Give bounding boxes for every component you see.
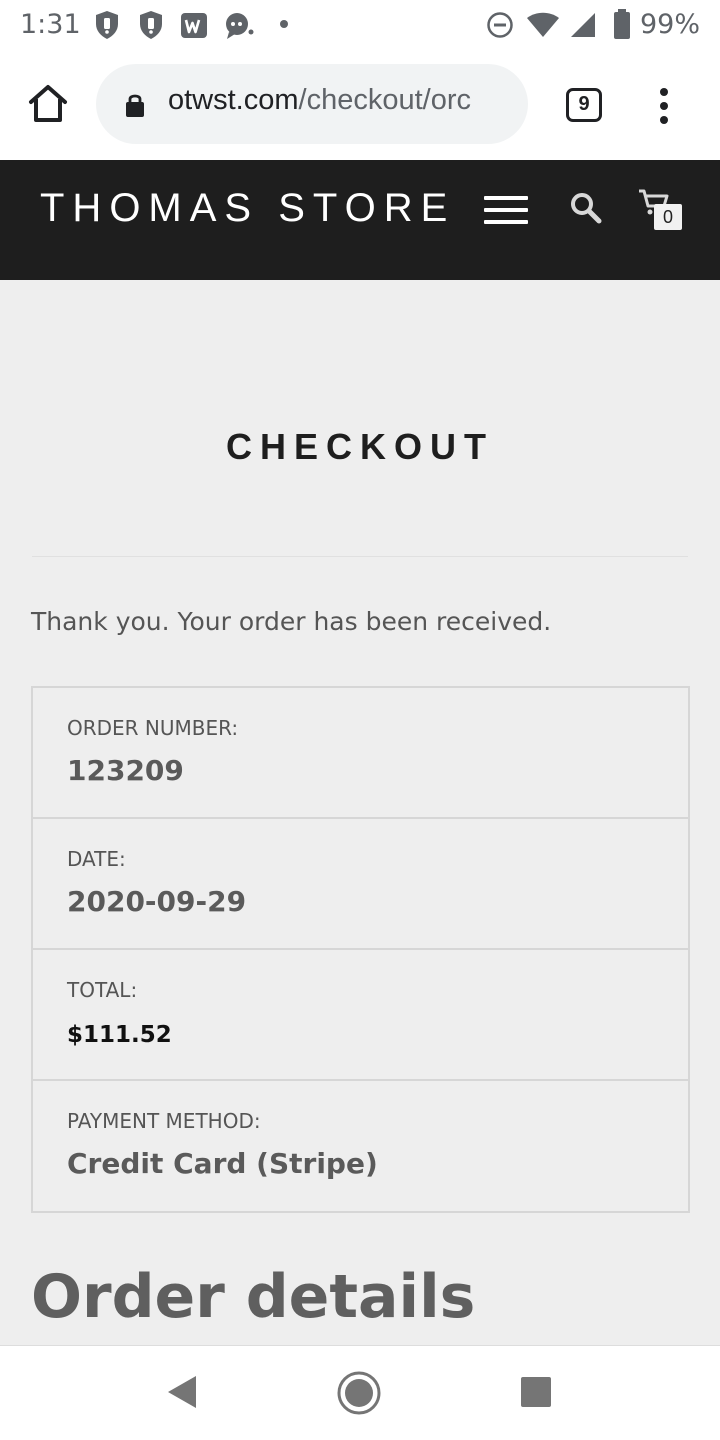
home-nav-icon[interactable]	[336, 1370, 382, 1416]
order-total-label: TOTAL:	[67, 978, 138, 1002]
recent-apps-icon[interactable]	[520, 1376, 552, 1408]
dnd-icon	[487, 12, 513, 38]
status-bar: 1:31 99%	[0, 0, 720, 50]
url-bar[interactable]: otwst.com/checkout/orc	[96, 64, 528, 144]
url-path: /checkout/orc	[298, 84, 472, 116]
page-title: CHECKOUT	[226, 426, 494, 467]
hamburger-menu-icon[interactable]	[484, 196, 528, 228]
lock-icon	[126, 94, 144, 117]
order-overview: ORDER NUMBER: 123209 DATE: 2020-09-29 TO…	[31, 686, 690, 1213]
order-total-row: TOTAL: $111.52	[33, 950, 688, 1081]
cart-count-badge[interactable]: 0	[654, 204, 682, 230]
checkout-content: CHECKOUT Thank you. Your order has been …	[0, 280, 720, 1345]
url-host: otwst.com	[168, 84, 299, 116]
battery-icon	[614, 9, 630, 39]
order-number-label: ORDER NUMBER:	[67, 716, 239, 740]
order-number-row: ORDER NUMBER: 123209	[33, 688, 688, 819]
order-date-label: DATE:	[67, 847, 126, 871]
tab-switcher-button[interactable]: 9	[566, 88, 602, 122]
w-app-icon	[181, 13, 207, 38]
payment-method-label: PAYMENT METHOD:	[67, 1109, 261, 1133]
order-total-value: $111.52	[67, 1022, 172, 1048]
shield-icon	[140, 11, 162, 39]
back-icon[interactable]	[166, 1374, 198, 1410]
order-date-row: DATE: 2020-09-29	[33, 819, 688, 950]
search-icon[interactable]	[570, 192, 602, 224]
status-time: 1:31	[20, 9, 81, 40]
signal-icon	[571, 13, 595, 37]
url-text[interactable]: otwst.com/checkout/orc	[168, 84, 513, 117]
browser-toolbar: otwst.com/checkout/orc 9	[0, 50, 720, 160]
more-notifications-dot-icon	[280, 20, 288, 28]
payment-method-value: Credit Card (Stripe)	[67, 1147, 378, 1180]
home-icon[interactable]	[24, 80, 72, 128]
divider	[32, 556, 688, 557]
wifi-icon	[527, 12, 559, 37]
order-date-value: 2020-09-29	[67, 885, 247, 918]
order-received-message: Thank you. Your order has been received.	[31, 607, 552, 636]
payment-method-row: PAYMENT METHOD: Credit Card (Stripe)	[33, 1081, 688, 1211]
order-details-heading: Order details	[31, 1262, 476, 1332]
site-logo[interactable]: THOMAS STORE	[40, 186, 455, 231]
site-header: THOMAS STORE 0	[0, 160, 720, 280]
more-options-icon[interactable]	[652, 86, 676, 126]
system-navigation-bar	[0, 1345, 720, 1440]
order-number-value: 123209	[67, 754, 184, 787]
battery-percent: 99%	[639, 9, 700, 40]
shield-icon	[96, 11, 118, 39]
chat-icon	[226, 13, 254, 39]
